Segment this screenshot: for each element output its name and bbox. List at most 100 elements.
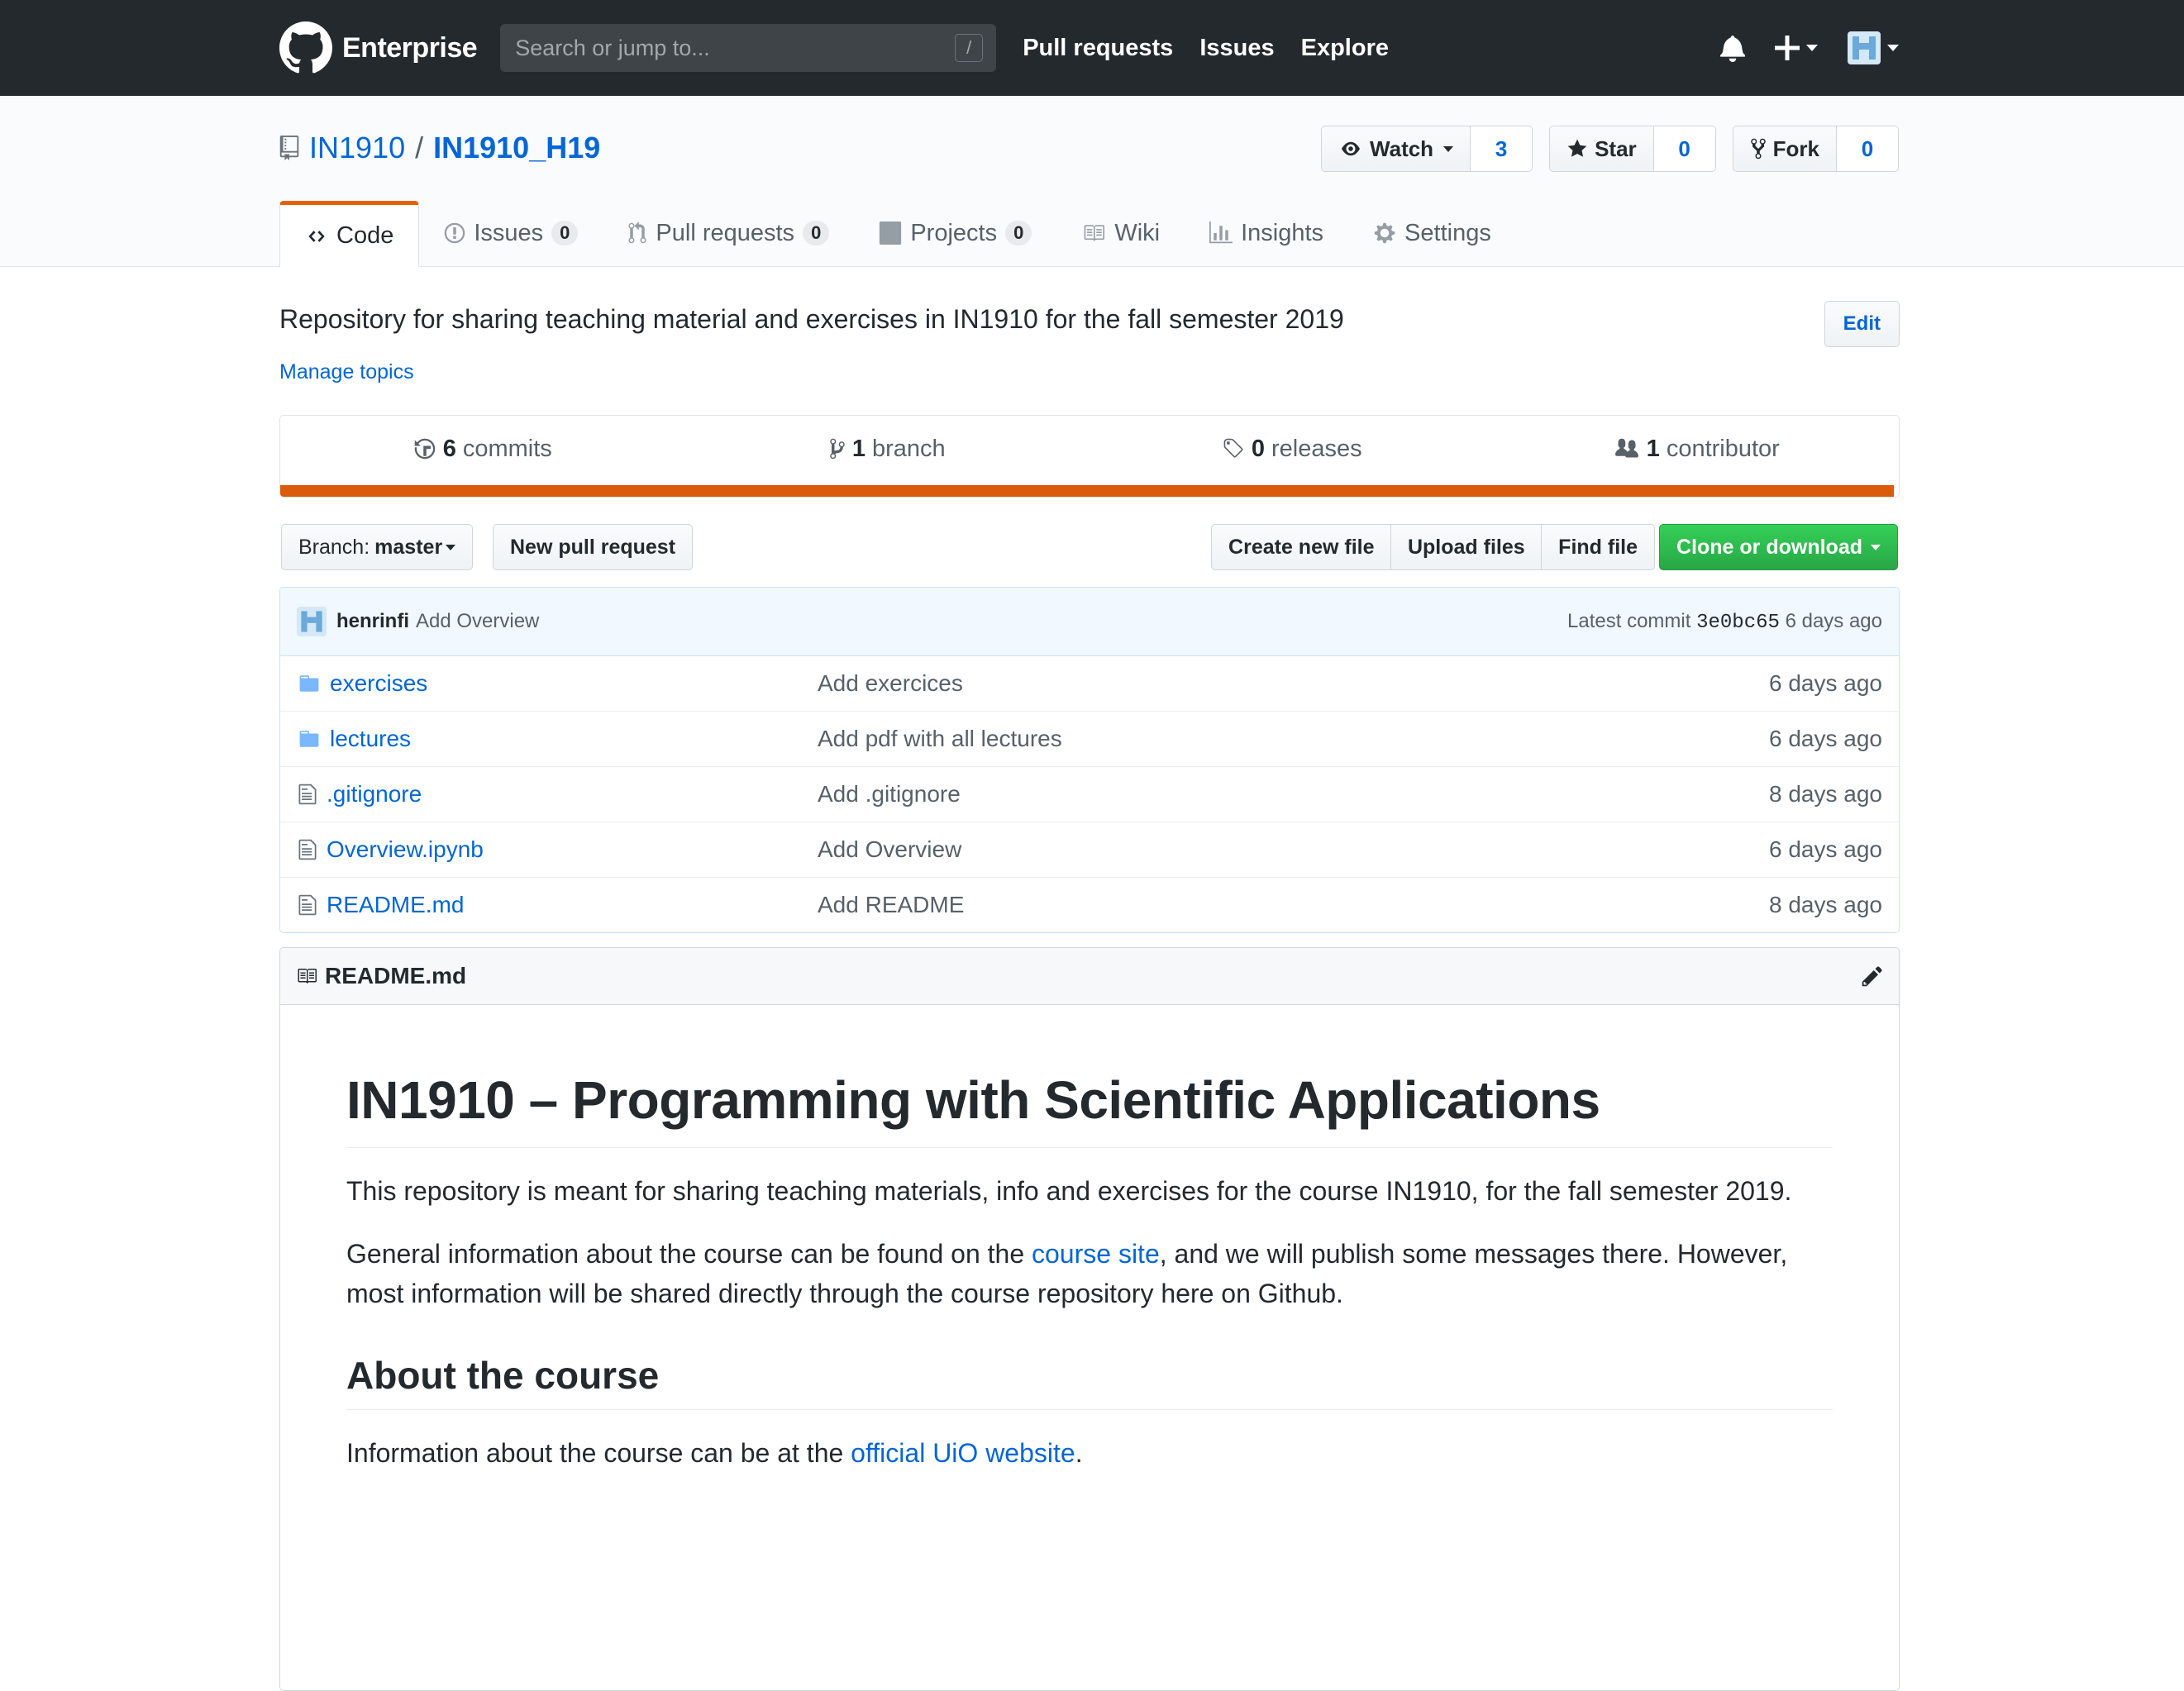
repo-tabs: Code Issues 0 Pull requests 0 Projects 0… [279,201,1516,267]
tab-issues[interactable]: Issues 0 [419,201,603,265]
file-commit-message[interactable]: Add exercices [818,670,1769,697]
issue-icon [444,221,465,245]
contributors-link[interactable]: 1 contributor [1495,416,1900,482]
watch-count[interactable]: 3 [1470,126,1533,171]
repo-owner-link[interactable]: IN1910 [309,131,405,165]
tab-code[interactable]: Code [279,201,420,267]
star-icon [1566,138,1588,160]
upload-files-button[interactable]: Upload files [1390,524,1543,570]
commit-age: 6 days ago [1785,609,1882,632]
manage-topics-link[interactable]: Manage topics [279,360,414,384]
tab-label: Projects [910,219,998,246]
folder-icon [297,728,322,750]
nav-explore[interactable]: Explore [1301,35,1389,62]
branch-select-button[interactable]: Branch: master [281,524,474,570]
avatar[interactable] [297,607,327,636]
tag-icon [1222,437,1245,460]
user-menu-dropdown[interactable] [1848,31,1899,64]
text: . [1075,1438,1083,1468]
commit-author[interactable]: henrinfi [336,610,409,633]
create-new-file-button[interactable]: Create new file [1211,524,1392,570]
tab-insights[interactable]: Insights [1185,201,1348,265]
branch-name: master [374,535,443,559]
search-box[interactable]: / [500,24,997,72]
file-icon [297,838,318,861]
pencil-icon[interactable] [1861,965,1884,988]
latest-commit-info: Latest commit 3e0bc65 6 days ago [1567,610,1882,634]
commits-link[interactable]: 6 commits [280,416,685,482]
new-pull-request-button[interactable]: New pull request [493,524,694,570]
readme-panel: README.md IN1910 – Programming with Scie… [279,947,1900,1691]
tab-label: Wiki [1114,219,1161,246]
file-age: 8 days ago [1769,892,1882,917]
nav-pull-requests[interactable]: Pull requests [1023,35,1173,62]
gear-icon [1373,221,1396,245]
book-icon [295,966,318,986]
repo-name-link[interactable]: IN1910_H19 [433,131,600,165]
uio-website-link[interactable]: official UiO website [851,1438,1075,1468]
commit-message[interactable]: Add Overview [416,610,539,633]
contributors-label: contributor [1666,435,1780,462]
top-nav: Pull requests Issues Explore [1023,35,1389,62]
file-link[interactable]: lectures [330,726,411,752]
file-link[interactable]: exercises [330,670,427,697]
file-commit-message[interactable]: Add pdf with all lectures [818,726,1769,752]
table-row: lectures Add pdf with all lectures 6 days … [280,711,1899,766]
clone-download-button[interactable]: Clone or download [1659,524,1898,570]
file-name-cell: exercises [297,670,818,697]
history-icon [413,437,436,460]
commits-count: 6 [442,435,456,462]
chevron-down-icon [1443,145,1454,152]
fork-button[interactable]: Fork [1733,126,1836,171]
repo-description: Repository for sharing teaching material… [279,304,1344,334]
branches-link[interactable]: 1 branch [685,416,1090,482]
create-new-dropdown[interactable] [1775,36,1818,60]
tab-label: Issues [474,219,544,246]
fork-group: Fork 0 [1732,126,1899,172]
tab-pull-requests[interactable]: Pull requests 0 [603,201,854,265]
find-file-button[interactable]: Find file [1541,524,1655,570]
course-site-link[interactable]: course site [1032,1239,1160,1269]
repo-separator: / [415,131,424,164]
file-age: 6 days ago [1769,670,1882,696]
fork-icon [1750,137,1767,160]
chevron-down-icon [1806,45,1818,51]
text: General information about the course can… [346,1239,1032,1269]
commits-label: commits [462,435,552,462]
readme-paragraph: This repository is meant for sharing tea… [346,1176,1792,1206]
repo-header: IN1910 / IN1910_H19 Watch 3 Star 0 Fork … [0,96,2184,267]
file-link[interactable]: README.md [327,892,464,918]
issues-counter: 0 [551,221,579,245]
language-bar[interactable] [280,485,1894,497]
branch-label: branch [871,435,946,462]
edit-description-button[interactable]: Edit [1824,301,1900,347]
bell-icon[interactable] [1720,34,1745,62]
tab-settings[interactable]: Settings [1348,201,1516,265]
github-home-link[interactable]: Enterprise [279,21,478,74]
file-link[interactable]: Overview.ipynb [327,836,484,863]
file-name-cell: README.md [297,892,818,918]
file-name-cell: Overview.ipynb [297,836,818,863]
star-count[interactable]: 0 [1652,126,1715,171]
commit-sha[interactable]: 3e0bc65 [1696,612,1780,634]
github-logo-icon [279,21,332,74]
tab-projects[interactable]: Projects 0 [854,201,1056,265]
pull-request-icon [627,221,647,245]
latest-commit-prefix: Latest commit [1567,609,1691,632]
search-shortcut-hint: / [955,34,984,62]
releases-link[interactable]: 0 releases [1090,416,1495,482]
tab-wiki[interactable]: Wiki [1056,201,1185,265]
file-commit-message[interactable]: Add .gitignore [818,781,1769,807]
watch-button[interactable]: Watch [1322,126,1471,171]
file-navigation: Branch: master New pull request Create n… [279,524,1900,570]
people-icon [1614,437,1640,460]
file-commit-message[interactable]: Add Overview [818,836,1769,863]
chevron-down-icon [1871,544,1881,550]
nav-issues[interactable]: Issues [1199,35,1274,62]
file-link[interactable]: .gitignore [327,781,422,807]
file-name-cell: .gitignore [297,781,818,807]
star-button[interactable]: Star [1550,126,1653,171]
search-input[interactable] [513,34,931,62]
fork-count[interactable]: 0 [1836,126,1898,171]
file-commit-message[interactable]: Add README [818,892,1769,918]
